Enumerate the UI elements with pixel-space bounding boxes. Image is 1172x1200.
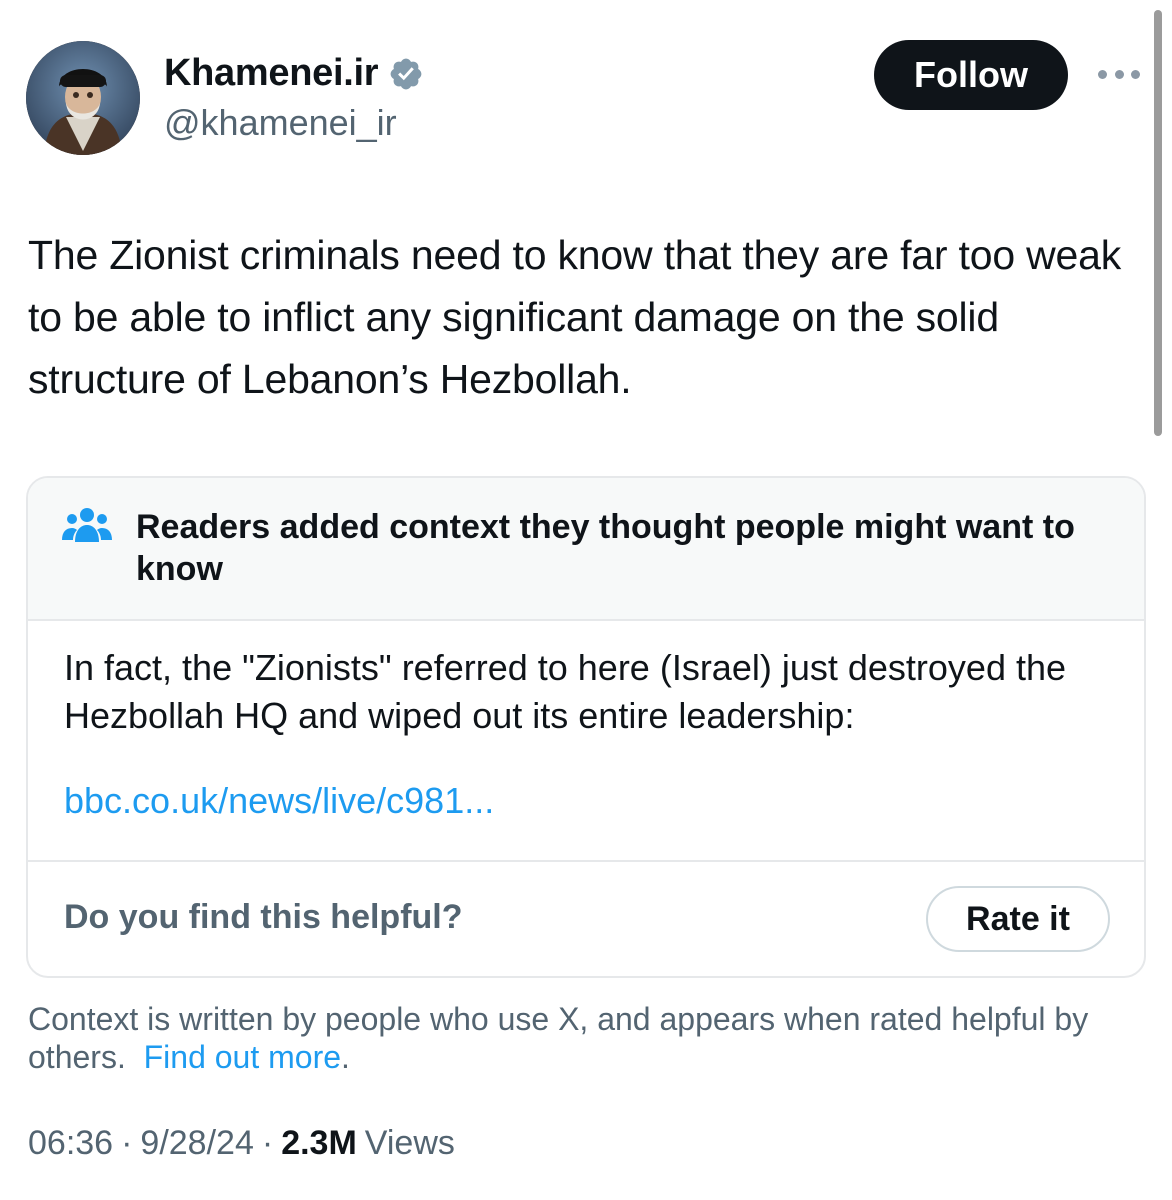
community-note-title: Readers added context they thought peopl…: [136, 508, 1075, 588]
tweet-date[interactable]: 9/28/24: [140, 1124, 253, 1163]
more-dot: [1098, 69, 1107, 79]
context-disclaimer: Context is written by people who use X, …: [28, 1000, 1138, 1076]
scrollbar[interactable]: [1154, 10, 1162, 436]
views-label: Views: [364, 1124, 455, 1162]
verified-badge-icon: [390, 58, 422, 89]
community-note: Readers added context they thought peopl…: [26, 476, 1146, 978]
display-name[interactable]: Khamenei.ir: [164, 52, 424, 95]
avatar-image: [26, 41, 140, 155]
period: .: [341, 1039, 350, 1075]
rate-it-button[interactable]: Rate it: [926, 886, 1110, 952]
avatar[interactable]: [26, 41, 140, 155]
views-count[interactable]: 2.3M: [281, 1124, 357, 1163]
find-out-more-link[interactable]: Find out more: [144, 1039, 341, 1075]
more-options-icon[interactable]: [1098, 60, 1140, 88]
tweet-page: Khamenei.ir @khamenei_ir Follow The Zion…: [0, 0, 1172, 1200]
tweet-text: The Zionist criminals need to know that …: [28, 232, 1122, 402]
display-name-text: Khamenei.ir: [164, 52, 379, 94]
community-note-link[interactable]: bbc.co.uk/news/live/c981...: [64, 780, 494, 822]
divider: [28, 860, 1144, 862]
separator: ·: [121, 1124, 133, 1162]
more-dot: [1131, 69, 1140, 79]
tweet-time[interactable]: 06:36: [28, 1124, 113, 1163]
people-icon: [62, 508, 112, 542]
separator: ·: [261, 1124, 274, 1162]
follow-button[interactable]: Follow: [874, 40, 1068, 110]
more-dot: [1114, 69, 1124, 79]
user-handle[interactable]: @khamenei_ir: [164, 102, 397, 144]
helpful-question: Do you find this helpful?: [64, 898, 463, 936]
community-note-body: In fact, the "Zionists" referred to here…: [64, 647, 1067, 736]
tweet-meta: 06:36 · 9/28/24 · 2.3M Views: [28, 1124, 455, 1163]
community-note-header: Readers added context they thought peopl…: [28, 478, 1144, 621]
